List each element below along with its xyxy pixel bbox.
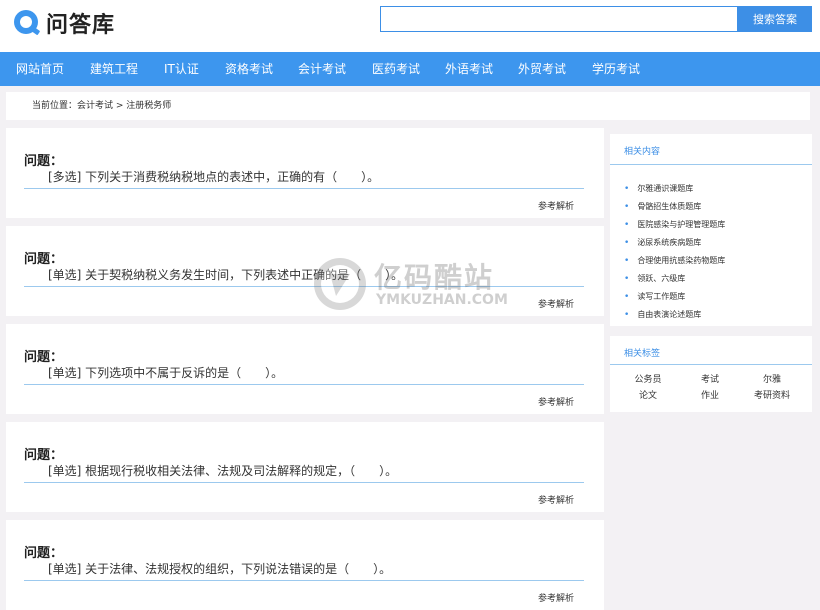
logo-text: 问答库 xyxy=(46,13,116,38)
question-card: 问题： [单选] 根据现行税收相关法律、法规及司法解释的规定，（ ）。 参考解析 xyxy=(6,422,604,512)
breadcrumb: 当前位置：会计考试 > 注册税务师 xyxy=(6,92,810,120)
question-text[interactable]: [单选] 关于契税纳税义务发生时间，下列表述中正确的是（ ）。 xyxy=(48,266,403,283)
related-content-list: 尔雅通识课题库 骨骼招生体质题库 医院感染与护理管理题库 泌尿系统疾病题库 合理… xyxy=(624,180,725,324)
divider xyxy=(24,286,584,287)
nav-item-accounting[interactable]: 会计考试 xyxy=(298,52,346,86)
search-input[interactable] xyxy=(380,6,738,32)
related-item[interactable]: 尔雅通识课题库 xyxy=(624,180,725,198)
divider xyxy=(610,364,812,365)
nav-item-foreign-trade[interactable]: 外贸考试 xyxy=(518,52,566,86)
reference-analysis-link[interactable]: 参考解析 xyxy=(538,591,574,604)
tag-item[interactable]: 论文 xyxy=(618,388,678,401)
nav-item-home[interactable]: 网站首页 xyxy=(16,52,64,86)
nav-item-qualification[interactable]: 资格考试 xyxy=(225,52,273,86)
question-text[interactable]: [单选] 根据现行税收相关法律、法规及司法解释的规定，（ ）。 xyxy=(48,462,397,479)
divider xyxy=(24,482,584,483)
reference-analysis-link[interactable]: 参考解析 xyxy=(538,395,574,408)
related-item[interactable]: 读写工作题库 xyxy=(624,288,725,306)
related-item[interactable]: 自由表演论述题库 xyxy=(624,306,725,324)
question-text[interactable]: [单选] 下列选项中不属于反诉的是（ ）。 xyxy=(48,364,283,381)
related-item[interactable]: 泌尿系统疾病题库 xyxy=(624,234,725,252)
nav-item-academic[interactable]: 学历考试 xyxy=(592,52,640,86)
question-text[interactable]: [单选] 关于法律、法规授权的组织，下列说法错误的是（ ）。 xyxy=(48,560,391,577)
logo-q-icon xyxy=(14,10,40,35)
related-item[interactable]: 领跃、六级库 xyxy=(624,270,725,288)
question-title: 问题： xyxy=(24,154,64,169)
question-card: 问题： [单选] 关于契税纳税义务发生时间，下列表述中正确的是（ ）。 参考解析 xyxy=(6,226,604,316)
question-card: 问题： [单选] 关于法律、法规授权的组织，下列说法错误的是（ ）。 参考解析 xyxy=(6,520,604,610)
related-tags-panel: 相关标签 公务员 考试 尔雅 论文 作业 考研资料 xyxy=(610,336,812,412)
reference-analysis-link[interactable]: 参考解析 xyxy=(538,493,574,506)
question-title: 问题： xyxy=(24,252,64,267)
related-tags-title: 相关标签 xyxy=(624,349,661,359)
nav-item-construction[interactable]: 建筑工程 xyxy=(90,52,138,86)
related-content-title: 相关内容 xyxy=(624,147,661,157)
nav-item-foreign-language[interactable]: 外语考试 xyxy=(445,52,493,86)
tag-item[interactable]: 考试 xyxy=(680,372,740,385)
question-card: 问题： [多选] 下列关于消费税纳税地点的表述中，正确的有（ ）。 参考解析 xyxy=(6,128,604,218)
question-title: 问题： xyxy=(24,350,64,365)
site-header: 问答库 搜索答案 xyxy=(0,0,820,52)
divider xyxy=(610,164,812,165)
main-nav: 网站首页 建筑工程 IT认证 资格考试 会计考试 医药考试 外语考试 外贸考试 … xyxy=(0,52,820,86)
nav-item-medicine[interactable]: 医药考试 xyxy=(372,52,420,86)
question-title: 问题： xyxy=(24,546,64,561)
reference-analysis-link[interactable]: 参考解析 xyxy=(538,297,574,310)
search-button[interactable]: 搜索答案 xyxy=(738,6,812,32)
tag-item[interactable]: 尔雅 xyxy=(742,372,802,385)
nav-item-it-cert[interactable]: IT认证 xyxy=(164,52,199,86)
reference-analysis-link[interactable]: 参考解析 xyxy=(538,199,574,212)
divider xyxy=(24,188,584,189)
tag-item[interactable]: 作业 xyxy=(680,388,740,401)
divider xyxy=(24,580,584,581)
related-item[interactable]: 医院感染与护理管理题库 xyxy=(624,216,725,234)
question-card: 问题： [单选] 下列选项中不属于反诉的是（ ）。 参考解析 xyxy=(6,324,604,414)
divider xyxy=(24,384,584,385)
related-item[interactable]: 合理使用抗感染药物题库 xyxy=(624,252,725,270)
related-item[interactable]: 骨骼招生体质题库 xyxy=(624,198,725,216)
tag-item[interactable]: 考研资料 xyxy=(742,388,802,401)
question-title: 问题： xyxy=(24,448,64,463)
tag-item[interactable]: 公务员 xyxy=(618,372,678,385)
related-content-panel: 相关内容 尔雅通识课题库 骨骼招生体质题库 医院感染与护理管理题库 泌尿系统疾病… xyxy=(610,134,812,326)
site-logo[interactable]: 问答库 xyxy=(12,6,115,40)
question-text[interactable]: [多选] 下列关于消费税纳税地点的表述中，正确的有（ ）。 xyxy=(48,168,379,185)
